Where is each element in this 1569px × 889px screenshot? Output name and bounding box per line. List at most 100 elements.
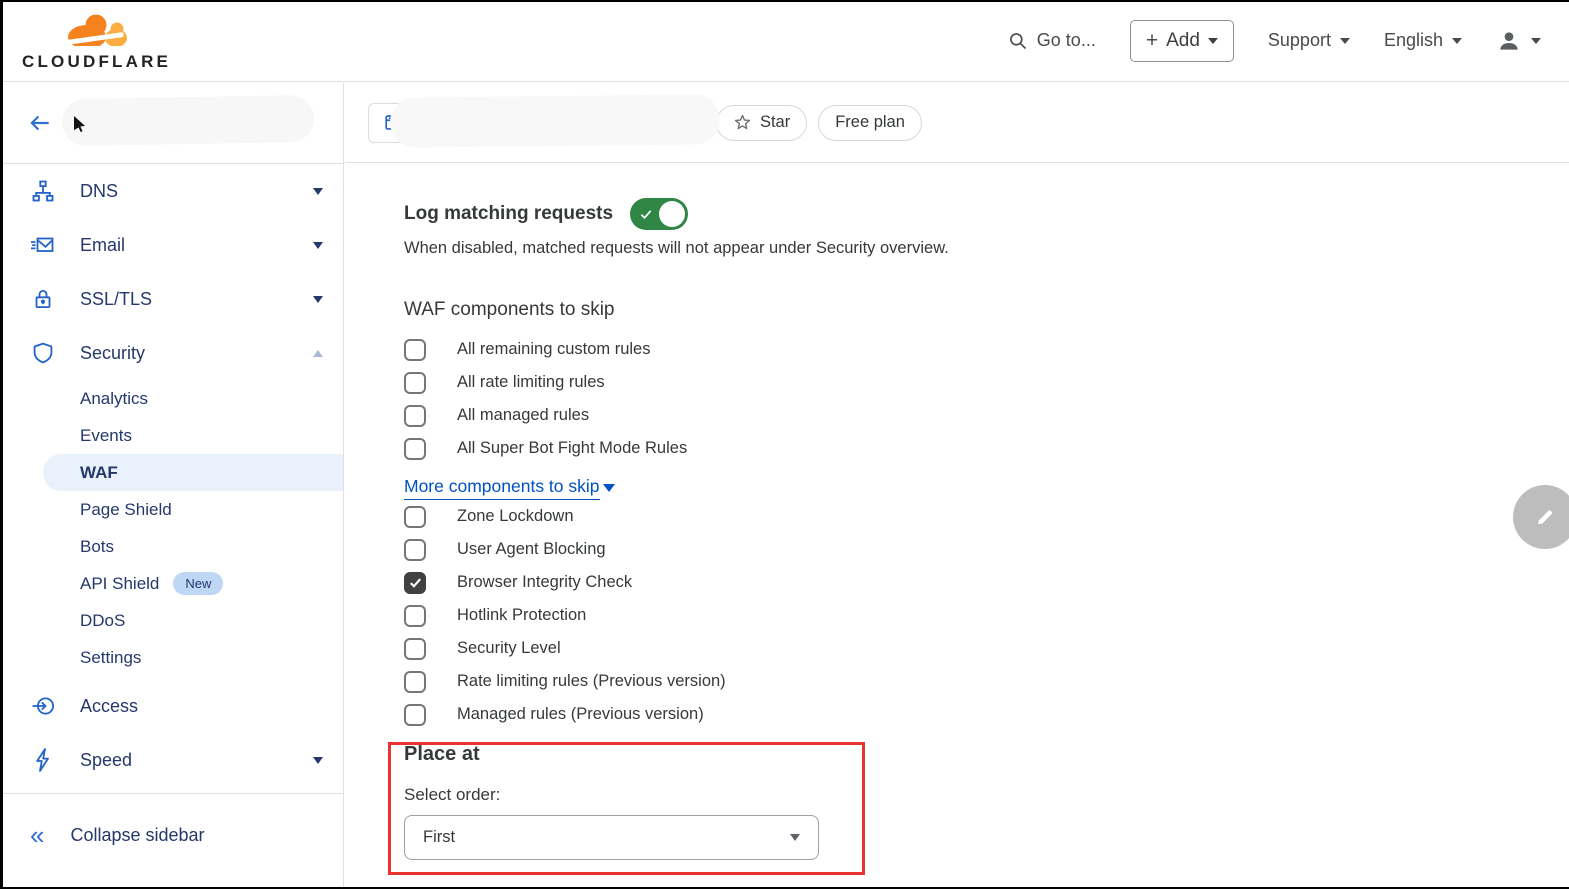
log-matching-row: Log matching requests	[404, 198, 1569, 230]
log-matching-title: Log matching requests	[404, 203, 613, 225]
chevron-down-icon	[790, 834, 800, 841]
sidebar-item-label: Speed	[80, 750, 132, 771]
sidebar-item-security[interactable]: Security	[0, 326, 343, 380]
brand-wordmark: CLOUDFLARE	[22, 53, 171, 70]
top-header: CLOUDFLARE Go to... + Add Support Englis…	[0, 0, 1569, 82]
chevron-down-icon	[603, 484, 615, 492]
sidebar-subitem-ddos[interactable]: DDoS	[0, 602, 343, 639]
checkbox-row: All rate limiting rules	[404, 366, 1569, 399]
main-content: Log matching requests When disabled, mat…	[345, 163, 1569, 889]
chevron-down-icon	[313, 757, 323, 764]
checkbox-label: Security Level	[457, 639, 561, 658]
sidebar-subitem-label: Settings	[80, 648, 141, 668]
checkbox[interactable]	[404, 572, 426, 594]
sidebar-subitem-label: Events	[80, 426, 132, 446]
sidebar-subitem-bots[interactable]: Bots	[0, 528, 343, 565]
screenshot-edge-left	[0, 0, 3, 889]
support-menu[interactable]: Support	[1268, 30, 1350, 51]
checkbox-row: Zone Lockdown	[404, 500, 1569, 533]
sidebar-item-label: Access	[80, 696, 138, 717]
checkbox-label: User Agent Blocking	[457, 540, 606, 559]
checkbox[interactable]	[404, 704, 426, 726]
chevron-down-icon	[313, 242, 323, 249]
cloudflare-logo[interactable]: CLOUDFLARE	[22, 12, 171, 70]
checkbox-row: All managed rules	[404, 399, 1569, 432]
language-label: English	[1384, 30, 1443, 51]
checkbox-label: All rate limiting rules	[457, 373, 605, 392]
checkbox[interactable]	[404, 638, 426, 660]
sidebar-subitem-settings[interactable]: Settings	[0, 639, 343, 676]
checkbox[interactable]	[404, 438, 426, 460]
sidebar-header	[0, 83, 343, 164]
goto-search[interactable]: Go to...	[1008, 30, 1096, 51]
chevron-down-icon	[1531, 38, 1541, 44]
checkbox[interactable]	[404, 671, 426, 693]
sidebar-subitem-label: Analytics	[80, 389, 148, 409]
checkbox[interactable]	[404, 405, 426, 427]
new-badge: New	[173, 572, 223, 595]
sidebar-item-ssl-tls[interactable]: SSL/TLS	[0, 272, 343, 326]
more-components-label: More components to skip	[404, 476, 600, 500]
checkbox[interactable]	[404, 539, 426, 561]
account-menu[interactable]	[1496, 28, 1541, 54]
header-controls: Go to... + Add Support English	[1008, 20, 1541, 62]
checkbox-label: Rate limiting rules (Previous version)	[457, 672, 726, 691]
search-icon	[1008, 31, 1028, 51]
sidebar-item-access[interactable]: Access	[0, 679, 343, 733]
checkbox-label: Browser Integrity Check	[457, 573, 632, 592]
checkbox[interactable]	[404, 506, 426, 528]
place-at-title: Place at	[404, 743, 1569, 766]
support-label: Support	[1268, 30, 1331, 51]
checkbox[interactable]	[404, 605, 426, 627]
chevron-down-icon	[313, 296, 323, 303]
sidebar-item-email[interactable]: Email	[0, 218, 343, 272]
plus-icon: +	[1146, 34, 1158, 48]
star-icon	[733, 113, 752, 132]
sidebar-subitem-label: Bots	[80, 537, 114, 557]
plan-badge[interactable]: Free plan	[818, 105, 922, 141]
back-arrow-icon[interactable]	[27, 110, 53, 136]
collapse-sidebar-button[interactable]: « Collapse sidebar	[0, 794, 343, 876]
sidebar-item-label: Email	[80, 235, 125, 256]
user-icon	[1496, 28, 1522, 54]
sidebar-subitem-api-shield[interactable]: API Shield New	[0, 565, 343, 602]
order-select[interactable]: First	[404, 815, 819, 860]
more-components-link[interactable]: More components to skip	[404, 476, 1569, 500]
sidebar-subitem-analytics[interactable]: Analytics	[0, 380, 343, 417]
checkbox[interactable]	[404, 339, 426, 361]
waf-skip-options: All remaining custom rules All rate limi…	[404, 333, 1569, 465]
chevron-down-icon	[1340, 38, 1350, 44]
double-chevron-left-icon: «	[30, 822, 44, 848]
sidebar-subitem-waf[interactable]: WAF	[0, 454, 343, 491]
goto-label: Go to...	[1037, 30, 1096, 51]
checkbox-row: Browser Integrity Check	[404, 566, 1569, 599]
sidebar-subitem-events[interactable]: Events	[0, 417, 343, 454]
cloudflare-cloud-icon	[58, 12, 136, 52]
log-matching-toggle[interactable]	[630, 198, 688, 230]
checkbox-label: Hotlink Protection	[457, 606, 586, 625]
sidebar-subitem-page-shield[interactable]: Page Shield	[0, 491, 343, 528]
sidebar-item-speed[interactable]: Speed	[0, 733, 343, 787]
speed-icon	[30, 747, 56, 773]
star-button[interactable]: Star	[716, 105, 807, 141]
order-select-value: First	[423, 828, 455, 847]
more-components-options: Zone Lockdown User Agent Blocking Browse…	[404, 500, 1569, 731]
edit-floating-button[interactable]	[1513, 485, 1569, 549]
access-icon	[30, 693, 56, 719]
chevron-down-icon	[1208, 38, 1218, 44]
sidebar-item-label: DNS	[80, 181, 118, 202]
site-bar: Active Star Free plan	[345, 83, 1569, 163]
log-matching-description: When disabled, matched requests will not…	[404, 239, 1569, 258]
sidebar-item-dns[interactable]: DNS	[0, 164, 343, 218]
toggle-knob	[659, 201, 685, 227]
add-label: Add	[1166, 30, 1200, 52]
checkbox[interactable]	[404, 372, 426, 394]
checkbox-label: All Super Bot Fight Mode Rules	[457, 439, 687, 458]
collapse-sidebar-label: Collapse sidebar	[70, 825, 204, 846]
lock-icon	[30, 286, 56, 312]
add-button[interactable]: + Add	[1130, 20, 1234, 62]
checkbox-label: Zone Lockdown	[457, 507, 574, 526]
chevron-up-icon	[313, 350, 323, 357]
sidebar-subitem-label: Page Shield	[80, 500, 172, 520]
language-menu[interactable]: English	[1384, 30, 1462, 51]
